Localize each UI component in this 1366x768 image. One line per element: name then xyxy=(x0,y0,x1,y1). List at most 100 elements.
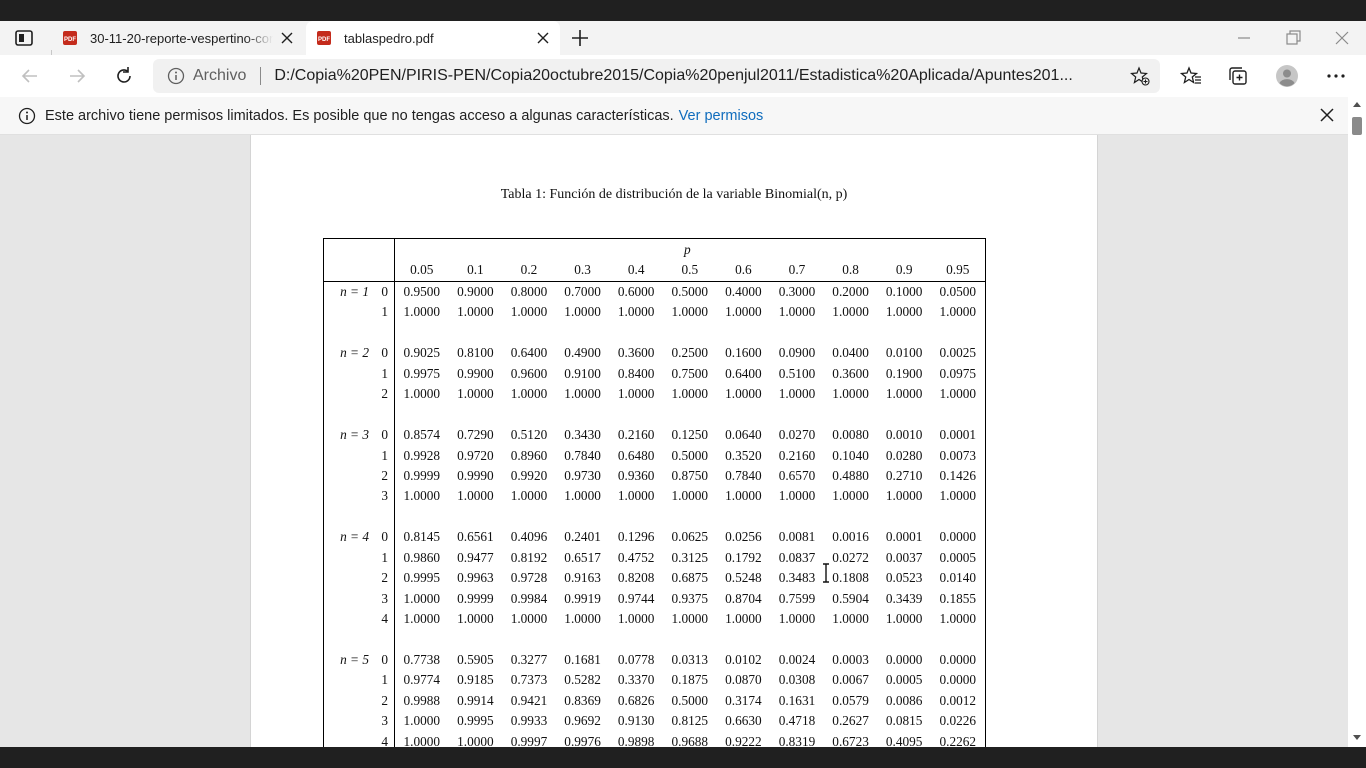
table-cell: 0.9163 xyxy=(564,570,601,586)
n-block: n = 3 0 0.8574 0.7290 0.5120 0.3430 0.2160 0.12… xyxy=(324,425,985,507)
k-value: 1 xyxy=(381,304,388,320)
table-cell: 0.9375 xyxy=(671,590,709,606)
table-cell: 0.1296 xyxy=(617,529,655,545)
tab-title: 30-11-20-reporte-vespertino-corte-covid.… xyxy=(90,30,273,46)
table-cell: 0.0280 xyxy=(885,447,923,463)
table-cell: 0.0005 xyxy=(885,672,923,688)
p-column-header: 0.9 xyxy=(895,262,913,277)
close-window-icon[interactable] xyxy=(1332,28,1352,48)
p-label: p xyxy=(684,242,691,257)
tab-tablaspedro[interactable]: PDF tablaspedro.pdf xyxy=(306,21,560,55)
p-column-header: 0.8 xyxy=(842,262,859,277)
table-cell: 0.7290 xyxy=(457,427,494,443)
plus-icon[interactable] xyxy=(570,28,590,48)
favorites-icon[interactable] xyxy=(1180,65,1202,87)
scrollbar-thumb[interactable] xyxy=(1352,117,1362,135)
table-cell: 0.0256 xyxy=(725,529,762,545)
restore-icon[interactable] xyxy=(1283,28,1303,48)
table-cell: 0.4095 xyxy=(885,733,923,747)
table-cell: 0.9025 xyxy=(403,345,441,361)
table-cell: 1.0000 xyxy=(832,488,869,504)
back-arrow-icon[interactable] xyxy=(19,65,41,87)
table-cell: 0.5905 xyxy=(457,651,494,667)
n-block: n = 1 0 0.9500 0.9000 0.8000 0.7000 0.6000 0.50… xyxy=(324,282,985,323)
table-cell: 0.9730 xyxy=(564,467,601,483)
n-block: n = 2 0 0.9025 0.8100 0.6400 0.4900 0.3600 0.25… xyxy=(324,343,985,404)
more-icon[interactable] xyxy=(1325,65,1347,87)
table-cell: 1.0000 xyxy=(457,733,494,747)
table-cell: 0.0001 xyxy=(939,427,977,443)
scroll-down-icon[interactable] xyxy=(1352,734,1362,742)
k-value: 3 xyxy=(381,713,388,729)
table-row: 2 0.9988 0.9914 0.9421 0.8369 0.6826 0.5000 0.3… xyxy=(324,691,985,711)
table-cell: 1.0000 xyxy=(939,611,977,626)
table-cell: 0.9900 xyxy=(457,365,494,381)
k-value: 3 xyxy=(381,488,388,504)
k-value: 2 xyxy=(381,692,388,708)
profile-avatar-icon[interactable] xyxy=(1276,65,1298,87)
table-cell: 0.4718 xyxy=(778,713,816,729)
table-cell: 0.7500 xyxy=(671,365,709,381)
table-cell: 0.1426 xyxy=(939,467,977,483)
address-url[interactable]: D:/Copia%20PEN/PIRIS-PEN/Copia20octubre2… xyxy=(274,67,1108,85)
table-cell: 0.5000 xyxy=(671,447,709,463)
minimize-icon[interactable] xyxy=(1234,28,1254,48)
table-cell: 0.9222 xyxy=(725,733,762,747)
table-cell: 0.9360 xyxy=(617,467,655,483)
table-cell: 0.9185 xyxy=(457,672,494,688)
vertical-scrollbar[interactable] xyxy=(1348,97,1366,747)
address-bar[interactable]: Archivo D:/Copia%20PEN/PIRIS-PEN/Copia20… xyxy=(153,59,1160,93)
table-cell: 0.6400 xyxy=(725,365,762,381)
k-value: 1 xyxy=(381,365,388,381)
refresh-icon[interactable] xyxy=(113,65,135,87)
navigation-bar: Archivo D:/Copia%20PEN/PIRIS-PEN/Copia20… xyxy=(0,55,1366,97)
k-value: 4 xyxy=(381,611,388,626)
collections-icon[interactable] xyxy=(1227,65,1249,87)
table-cell: 0.2262 xyxy=(939,733,977,747)
table-cell: 0.3277 xyxy=(510,651,548,667)
close-icon[interactable] xyxy=(279,30,295,46)
table-cell: 1.0000 xyxy=(510,304,548,320)
close-icon[interactable] xyxy=(1318,106,1336,124)
table-cell: 0.9997 xyxy=(510,733,548,747)
table-row: 2 0.9999 0.9990 0.9920 0.9730 0.9360 0.8750 0.7… xyxy=(324,466,985,486)
p-column-header: 0.1 xyxy=(467,262,484,277)
table-cell: 0.9914 xyxy=(457,692,494,708)
table-cell: 0.0313 xyxy=(671,651,709,667)
table-cell: 0.9100 xyxy=(564,365,601,381)
k-value: 0 xyxy=(381,529,388,545)
table-cell: 1.0000 xyxy=(725,611,762,626)
table-row: 1 0.9774 0.9185 0.7373 0.5282 0.3370 0.1875 0.0… xyxy=(324,670,985,690)
table-cell: 0.6723 xyxy=(832,733,869,747)
table-cell: 0.8704 xyxy=(725,590,762,606)
view-permissions-link[interactable]: Ver permisos xyxy=(679,108,764,124)
info-icon[interactable] xyxy=(167,67,185,85)
table-cell: 0.2160 xyxy=(617,427,655,443)
table-cell: 0.9995 xyxy=(403,570,441,586)
table-cell: 0.8100 xyxy=(457,345,494,361)
table-cell: 1.0000 xyxy=(778,611,816,626)
table-cell: 0.4096 xyxy=(510,529,548,545)
pdf-page: Tabla 1: Función de distribución de la v… xyxy=(250,135,1098,747)
pdf-viewer[interactable]: Tabla 1: Función de distribución de la v… xyxy=(0,135,1348,747)
table-cell: 0.9990 xyxy=(457,467,494,483)
table-cell: 0.9860 xyxy=(403,549,441,565)
tab-actions-icon[interactable] xyxy=(14,29,36,47)
star-plus-icon[interactable] xyxy=(1130,66,1150,86)
table-cell: 0.0837 xyxy=(778,549,816,565)
close-icon[interactable] xyxy=(535,30,551,46)
p-column-header: 0.05 xyxy=(410,262,434,277)
table-cell: 1.0000 xyxy=(939,304,977,320)
table-cell: 0.9963 xyxy=(457,570,494,586)
table-cell: 0.0010 xyxy=(885,427,923,443)
table-cell: 0.9500 xyxy=(403,284,441,299)
tab-reporte[interactable]: PDF 30-11-20-reporte-vespertino-corte-co… xyxy=(52,21,304,55)
table-cell: 0.5000 xyxy=(671,284,709,299)
table-cell: 0.0900 xyxy=(778,345,816,361)
forward-arrow-icon[interactable] xyxy=(66,65,88,87)
scroll-up-icon[interactable] xyxy=(1352,100,1362,108)
tab-title: tablaspedro.pdf xyxy=(344,30,434,46)
table-cell: 0.9421 xyxy=(510,692,548,708)
